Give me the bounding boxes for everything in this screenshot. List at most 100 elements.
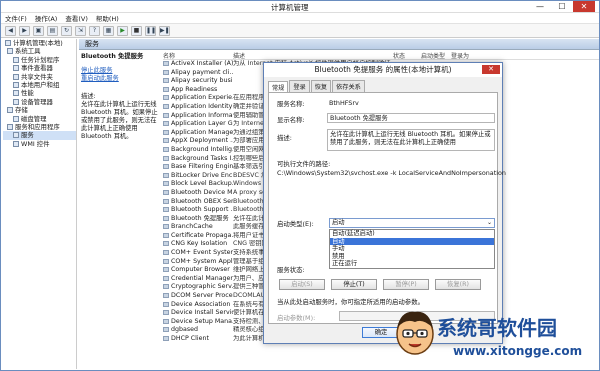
tree-item[interactable]: 磁盘管理 bbox=[3, 115, 76, 123]
forward-icon[interactable]: ▶ bbox=[19, 26, 30, 36]
service-name-cell: Device Install Service bbox=[163, 309, 233, 318]
stop-service-link[interactable]: 停止此服务 bbox=[81, 67, 161, 75]
general-tab-panel: 服务名称: BthHFSrv 显示名称: Bluetooth 免提服务 描述: … bbox=[268, 92, 506, 324]
tree-item[interactable]: WMI 控件 bbox=[3, 140, 76, 148]
service-icon bbox=[163, 138, 169, 144]
path-value: C:\Windows\System32\svchost.exe -k Local… bbox=[277, 169, 506, 177]
computer-icon bbox=[5, 40, 11, 46]
service-status-label: 服务状态: bbox=[277, 266, 305, 274]
stop-service-icon[interactable]: ■ bbox=[131, 26, 142, 36]
pause-service-icon[interactable]: ❚❚ bbox=[145, 26, 156, 36]
tree-item[interactable]: 设备管理器 bbox=[3, 98, 76, 106]
service-icon bbox=[163, 275, 169, 281]
service-name-cell: Application Informa.. bbox=[163, 112, 233, 121]
back-icon[interactable]: ◀ bbox=[5, 26, 16, 36]
tree-item[interactable]: 共享文件夹 bbox=[3, 73, 76, 81]
description-field[interactable]: 允许在此计算机上运行无线 Bluetooth 耳机。如果停止或禁用了此服务，则无… bbox=[327, 129, 495, 151]
column-name[interactable]: 名称 bbox=[163, 51, 233, 60]
column-logon[interactable]: 登录为 bbox=[451, 51, 511, 60]
disk-icon bbox=[13, 115, 19, 122]
tab-logon[interactable]: 登录 bbox=[289, 80, 310, 92]
menu-file[interactable]: 文件(F) bbox=[5, 13, 27, 23]
pause-button[interactable]: 暂停(P) bbox=[383, 279, 429, 290]
help-icon[interactable]: ? bbox=[89, 26, 100, 36]
service-icon bbox=[163, 164, 169, 170]
tools-icon bbox=[7, 48, 13, 55]
service-icon bbox=[163, 293, 169, 299]
service-name-cell: Background Tasks I.. bbox=[163, 155, 233, 164]
column-startup[interactable]: 启动类型 bbox=[421, 51, 451, 60]
wmi-icon bbox=[13, 140, 19, 147]
path-label: 可执行文件的路径: bbox=[277, 160, 331, 168]
service-name-cell: Background Intellig.. bbox=[163, 146, 233, 155]
tree-item[interactable]: 本地用户和组 bbox=[3, 81, 76, 89]
service-name-cell: DHCP Client bbox=[163, 335, 233, 344]
storage-icon bbox=[7, 107, 13, 114]
services-header: 服务 bbox=[79, 39, 599, 50]
service-icon bbox=[163, 327, 169, 333]
service-icon bbox=[163, 86, 169, 92]
service-name-cell: CNG Key Isolation bbox=[163, 240, 233, 249]
dialog-close-icon[interactable]: ✕ bbox=[482, 65, 500, 74]
menu-action[interactable]: 操作(A) bbox=[35, 13, 58, 23]
column-description[interactable]: 描述 bbox=[233, 51, 393, 60]
params-label: 启动参数(M): bbox=[277, 314, 316, 322]
startup-type-options: 自动(延迟启动) 自动 手动 禁用 正在运行 bbox=[329, 229, 495, 269]
service-detail: Bluetooth 免提服务 停止此服务 重启动此服务 描述: 允许在此计算机上… bbox=[81, 53, 161, 141]
startup-type-select[interactable]: 启动 ⌄ bbox=[329, 218, 495, 228]
service-icon bbox=[163, 336, 169, 341]
tree-item-services[interactable]: 服务 bbox=[3, 131, 76, 140]
chevron-down-icon: ⌄ bbox=[486, 219, 492, 226]
up-icon[interactable]: ▣ bbox=[33, 26, 44, 36]
service-icon bbox=[163, 215, 169, 221]
tab-dependencies[interactable]: 依存关系 bbox=[332, 80, 365, 92]
option-running[interactable]: 正在运行 bbox=[330, 260, 494, 268]
service-icon bbox=[163, 284, 169, 290]
stop-button[interactable]: 停止(T) bbox=[331, 279, 377, 290]
tree-item[interactable]: 性能 bbox=[3, 89, 76, 97]
tree-item[interactable]: 存储 bbox=[3, 106, 76, 114]
minimize-button[interactable]: — bbox=[529, 1, 551, 12]
resume-button[interactable]: 恢复(R) bbox=[435, 279, 481, 290]
option-auto-delayed[interactable]: 自动(延迟启动) bbox=[330, 230, 494, 238]
tree-item[interactable]: 服务和应用程序 bbox=[3, 123, 76, 131]
properties-icon[interactable]: ▦ bbox=[103, 26, 114, 36]
maximize-button[interactable]: ☐ bbox=[551, 1, 573, 12]
refresh-icon[interactable]: ↻ bbox=[61, 26, 72, 36]
restart-service-link[interactable]: 重启动此服务 bbox=[81, 75, 161, 83]
menu-view[interactable]: 查看(V) bbox=[65, 13, 88, 23]
option-auto[interactable]: 自动 bbox=[330, 237, 494, 246]
start-button[interactable]: 启动(S) bbox=[279, 279, 325, 290]
watermark: 系统哥软件园 www.xitongge.com bbox=[393, 306, 599, 370]
service-name-cell: Bluetooth 免提服务 bbox=[163, 215, 233, 224]
tab-recovery[interactable]: 恢复 bbox=[310, 80, 332, 92]
service-icon bbox=[163, 69, 169, 75]
option-manual[interactable]: 手动 bbox=[330, 245, 494, 253]
start-service-icon[interactable]: ▶ bbox=[117, 26, 128, 36]
service-name-cell: Bluetooth OBEX Ser.. bbox=[163, 198, 233, 207]
navigation-tree: 计算机管理(本地) 系统工具 任务计划程序 事件查看器 共享文件夹 本地用户和组… bbox=[3, 39, 77, 369]
tree-item[interactable]: 系统工具 bbox=[3, 47, 76, 55]
tree-item[interactable]: 计算机管理(本地) bbox=[3, 39, 76, 47]
service-icon bbox=[163, 103, 169, 109]
column-status[interactable]: 状态 bbox=[393, 51, 421, 60]
service-icon bbox=[163, 301, 169, 307]
service-icon bbox=[163, 224, 169, 230]
service-icon bbox=[163, 241, 169, 247]
service-icon bbox=[163, 146, 169, 152]
apps-icon bbox=[7, 124, 13, 131]
export-icon[interactable]: ⇲ bbox=[75, 26, 86, 36]
display-name-field[interactable]: Bluetooth 免提服务 bbox=[327, 113, 495, 123]
restart-service-icon[interactable]: ▶❚ bbox=[159, 26, 170, 36]
service-icon bbox=[163, 112, 169, 118]
service-name-cell: Cryptographic Serv.. bbox=[163, 283, 233, 292]
close-button[interactable]: ✕ bbox=[573, 1, 595, 12]
tree-item[interactable]: 事件查看器 bbox=[3, 64, 76, 72]
menu-help[interactable]: 帮助(H) bbox=[96, 13, 119, 23]
dialog-title: Bluetooth 免提服务 的属性(本地计算机) bbox=[314, 65, 452, 74]
service-name-cell: ActiveX Installer (A) bbox=[163, 60, 233, 69]
show-tree-icon[interactable]: ▤ bbox=[47, 26, 58, 36]
column-headers: 名称 描述 状态 启动类型 登录为 bbox=[163, 51, 599, 60]
service-icon bbox=[163, 189, 169, 195]
tree-item[interactable]: 任务计划程序 bbox=[3, 56, 76, 64]
